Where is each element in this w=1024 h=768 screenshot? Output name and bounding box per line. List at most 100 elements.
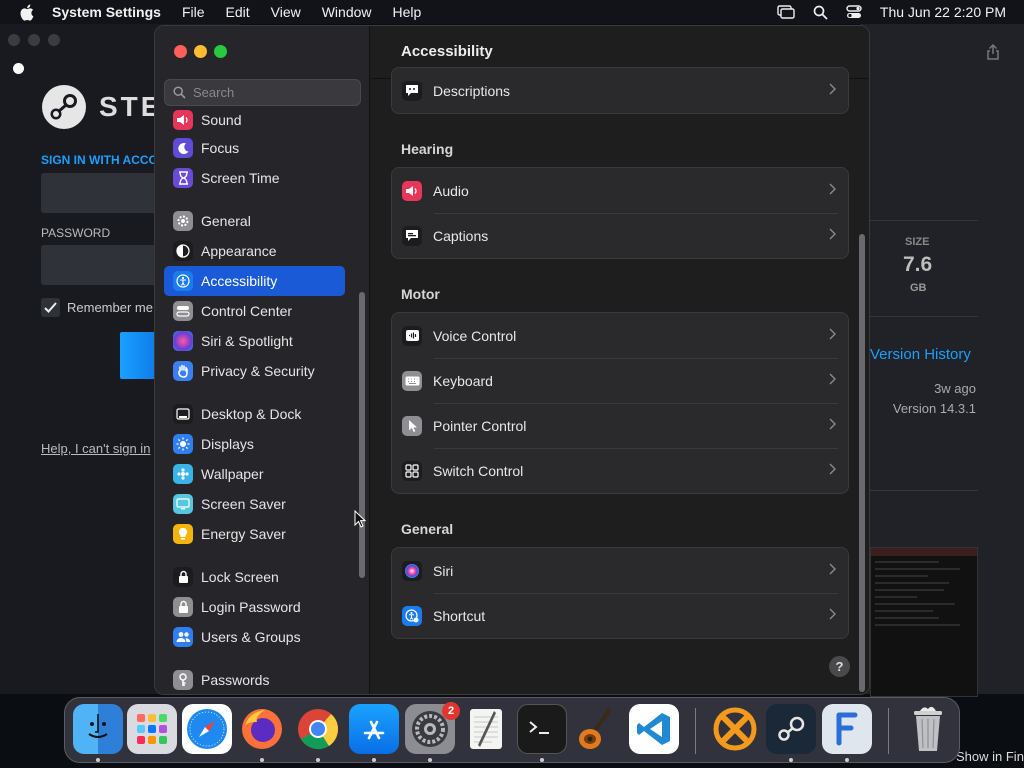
sidebar-item-label: Focus [201, 140, 240, 156]
dock-crossover-icon[interactable] [710, 704, 760, 754]
dock-trash-icon[interactable] [903, 704, 953, 754]
general-group: Siri Shortcut [391, 547, 849, 639]
sidebar-item-displays[interactable]: Displays [164, 429, 345, 459]
preview-thumbnail[interactable] [870, 547, 978, 697]
row-label: Keyboard [433, 372, 493, 389]
sidebar-item-screen-saver[interactable]: Screen Saver [164, 489, 345, 519]
gear-icon [173, 211, 193, 231]
sidebar-item-general[interactable]: General [164, 206, 345, 236]
sidebar-item-wallpaper[interactable]: Wallpaper [164, 459, 345, 489]
sidebar-item-label: Appearance [201, 243, 277, 259]
key-icon [173, 670, 193, 690]
page-title: Accessibility [401, 43, 493, 60]
menu-help[interactable]: Help [393, 4, 422, 20]
dock-launchpad-icon[interactable] [127, 704, 177, 754]
search-field[interactable] [164, 79, 361, 106]
lock-icon [173, 567, 193, 587]
chevron-right-icon [829, 418, 836, 430]
sidebar-item-privacy-security[interactable]: Privacy & Security [164, 356, 345, 386]
dock-steam-icon[interactable] [766, 704, 816, 754]
voice-control-icon [402, 325, 422, 346]
row-voice-control[interactable]: Voice Control [392, 313, 848, 358]
sidebar-item-appearance[interactable]: Appearance [164, 236, 345, 266]
zoom-button[interactable] [214, 45, 227, 58]
sidebar-item-energy-saver[interactable]: Energy Saver [164, 519, 345, 549]
window-minimize-button[interactable] [28, 34, 40, 46]
sidebar-item-accessibility[interactable]: Accessibility [164, 266, 345, 296]
spotlight-search-icon[interactable] [813, 5, 828, 20]
dock-chrome-icon[interactable] [293, 704, 343, 754]
control-center-icon[interactable] [846, 5, 862, 19]
row-keyboard[interactable]: Keyboard [392, 358, 848, 403]
dock-finder-icon[interactable] [73, 704, 123, 754]
dock-vscode-icon[interactable] [629, 704, 679, 754]
size-label: SIZE [905, 236, 930, 248]
menu-app-name[interactable]: System Settings [52, 4, 161, 20]
running-indicator [428, 758, 432, 762]
menu-view[interactable]: View [271, 4, 301, 20]
cant-sign-in-link[interactable]: Help, I can't sign in [41, 441, 150, 456]
sidebar-scrollbar[interactable] [359, 292, 365, 578]
sidebar-item-passwords[interactable]: Passwords [164, 665, 345, 694]
sidebar-item-users-groups[interactable]: Users & Groups [164, 622, 345, 652]
divider [870, 490, 978, 491]
chevron-right-icon [829, 228, 836, 240]
sidebar-item-login-password[interactable]: Login Password [164, 592, 345, 622]
signin-label: SIGN IN WITH ACCO [41, 153, 158, 167]
dock-terminal-icon[interactable] [517, 704, 567, 754]
dock-textedit-icon[interactable] [461, 704, 511, 754]
pointer-icon [402, 415, 422, 436]
settings-sidebar: Sound Focus Screen Time General [155, 26, 370, 694]
share-icon[interactable] [986, 43, 1000, 63]
descriptions-icon [402, 80, 422, 101]
search-input[interactable] [193, 85, 353, 100]
menu-file[interactable]: File [182, 4, 205, 20]
settings-content: Accessibility Descriptions Hearing Audio [371, 26, 869, 694]
screen-mirroring-icon[interactable] [777, 5, 795, 19]
row-pointer-control[interactable]: Pointer Control [392, 403, 848, 448]
row-descriptions[interactable]: Descriptions [392, 68, 848, 113]
sidebar-item-desktop-dock[interactable]: Desktop & Dock [164, 399, 345, 429]
sidebar-item-control-center[interactable]: Control Center [164, 296, 345, 326]
sidebar-item-focus[interactable]: Focus [164, 133, 345, 163]
dock-app-store-icon[interactable] [349, 704, 399, 754]
dock-garageband-icon[interactable] [573, 704, 623, 754]
section-heading-hearing: Hearing [401, 141, 454, 157]
divider [870, 316, 978, 317]
row-label: Voice Control [433, 327, 517, 344]
remember-me-checkbox[interactable] [41, 298, 60, 317]
row-siri[interactable]: Siri [392, 548, 848, 593]
close-button[interactable] [174, 45, 187, 58]
minimize-button[interactable] [194, 45, 207, 58]
menu-edit[interactable]: Edit [226, 4, 250, 20]
dock-fork-icon[interactable] [822, 704, 872, 754]
system-settings-window: Sound Focus Screen Time General [154, 25, 870, 695]
window-zoom-button[interactable] [48, 34, 60, 46]
captions-icon [402, 225, 422, 246]
sidebar-item-label: Sound [201, 112, 242, 128]
running-indicator [540, 758, 544, 762]
running-indicator [372, 758, 376, 762]
row-label: Audio [433, 182, 469, 199]
menu-clock[interactable]: Thu Jun 22 2:20 PM [880, 4, 1006, 20]
row-shortcut[interactable]: Shortcut [392, 593, 848, 638]
version-history-link[interactable]: Version History [870, 346, 971, 363]
help-button[interactable]: ? [829, 656, 850, 677]
content-scrollbar[interactable] [859, 234, 865, 692]
sidebar-item-siri-spotlight[interactable]: Siri & Spotlight [164, 326, 345, 356]
show-in-finder-button[interactable]: Show in Finde [956, 749, 1024, 764]
sidebar-item-screen-time[interactable]: Screen Time [164, 163, 345, 193]
sound-icon [173, 110, 193, 130]
window-close-button[interactable] [8, 34, 20, 46]
menu-window[interactable]: Window [322, 4, 372, 20]
apple-menu-icon[interactable] [0, 4, 52, 21]
row-switch-control[interactable]: Switch Control [392, 448, 848, 493]
sidebar-list: Sound Focus Screen Time General Appearan… [155, 108, 370, 694]
row-captions[interactable]: Captions [392, 213, 848, 258]
sidebar-item-lock-screen[interactable]: Lock Screen [164, 562, 345, 592]
section-heading-motor: Motor [401, 286, 440, 302]
row-audio[interactable]: Audio [392, 168, 848, 213]
sidebar-item-sound[interactable]: Sound [164, 108, 345, 135]
dock-firefox-icon[interactable] [237, 704, 287, 754]
dock-safari-icon[interactable] [182, 704, 232, 754]
